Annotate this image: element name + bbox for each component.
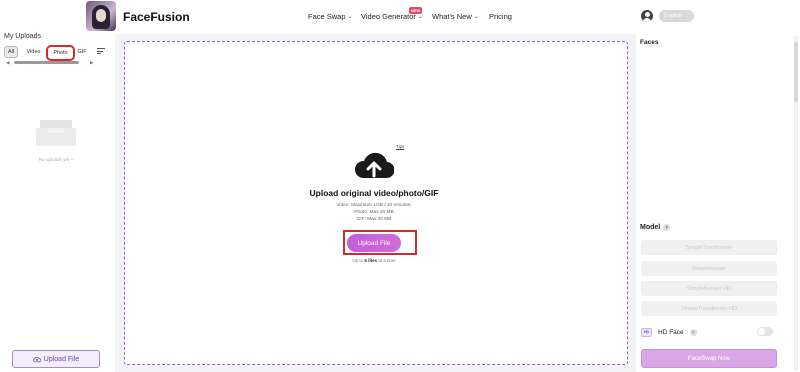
scroll-right-icon[interactable]: ▶ bbox=[90, 60, 93, 66]
upload-limit-count: 5 files bbox=[364, 258, 378, 263]
filter-all[interactable]: All bbox=[4, 46, 18, 58]
hd-face-toggle[interactable] bbox=[757, 327, 773, 336]
hd-face-label: HD Face bbox=[658, 328, 684, 336]
sidebar-upload-label: Upload File bbox=[43, 355, 80, 363]
nav-video-generator-label: Video Generator bbox=[361, 12, 416, 21]
brand-logo[interactable] bbox=[86, 1, 116, 31]
photo-limit-text: Photo: Max 20 MB bbox=[354, 210, 394, 215]
filter-gif[interactable]: GIF bbox=[76, 46, 88, 58]
help-icon[interactable]: ? bbox=[663, 224, 671, 231]
nav-face-swap-label: Face Swap bbox=[308, 12, 346, 21]
nav-whats-new-label: What's New bbox=[432, 12, 472, 21]
chevron-down-icon: ⌄ bbox=[473, 14, 479, 20]
chevron-down-icon: ⌄ bbox=[417, 14, 423, 20]
sidebar-title: My Uploads bbox=[4, 33, 41, 40]
cloud-upload-icon bbox=[32, 356, 41, 362]
empty-state-text: No uploads yet ~ bbox=[39, 157, 73, 162]
empty-tray-icon bbox=[36, 120, 76, 146]
nav-pricing-label: Pricing bbox=[489, 12, 512, 21]
scrollbar-thumb[interactable] bbox=[794, 42, 798, 102]
nav-whats-new[interactable]: What's New ⌄ bbox=[432, 12, 479, 21]
model-option-simple-transformer[interactable]: SimpleTransformer bbox=[641, 240, 777, 255]
model-section-title: Model ? bbox=[640, 224, 671, 231]
gif-limit-text: GIF: Max 20 MB bbox=[356, 217, 392, 222]
brand-name[interactable]: FaceFusion bbox=[123, 10, 190, 24]
faceswap-now-button[interactable]: FaceSwap Now bbox=[641, 349, 777, 368]
help-icon[interactable]: ? bbox=[689, 328, 697, 336]
top-header: FaceFusion Face Swap ⌄ Video Generator ⌄… bbox=[0, 0, 800, 34]
chevron-down-icon: ⌄ bbox=[347, 14, 353, 20]
nav-face-swap[interactable]: Face Swap ⌄ bbox=[308, 12, 353, 21]
upload-limit-suffix: at a time bbox=[377, 258, 396, 263]
tips-link[interactable]: Tips bbox=[396, 144, 404, 149]
filter-photo[interactable]: Photo bbox=[46, 45, 75, 61]
filter-scrollbar[interactable]: ◀ ▶ bbox=[4, 60, 93, 66]
user-circle-icon[interactable] bbox=[641, 10, 653, 22]
upload-count-limit: Up to 5 files at a time bbox=[324, 258, 424, 263]
chevron-down-icon: ⌄ bbox=[684, 13, 689, 19]
sort-icon[interactable] bbox=[97, 48, 105, 55]
upload-limit-prefix: Up to bbox=[352, 258, 365, 263]
new-badge: NEW bbox=[409, 7, 423, 14]
language-label: English bbox=[664, 13, 683, 19]
settings-panel bbox=[636, 34, 800, 372]
model-option-simple-keeper-hd[interactable]: SimpleKeeper HD bbox=[641, 281, 777, 296]
upload-title: Upload original video/photo/GIF bbox=[309, 188, 439, 198]
upload-file-button[interactable]: Upload File bbox=[347, 234, 401, 252]
uploads-sidebar bbox=[0, 34, 115, 372]
nav-pricing[interactable]: Pricing bbox=[489, 12, 512, 21]
panel-scrollbar[interactable] bbox=[794, 36, 798, 370]
cloud-upload-icon bbox=[355, 152, 394, 179]
model-option-simple-keeper[interactable]: SimpleKeeper bbox=[641, 261, 777, 276]
sidebar-upload-button[interactable]: Upload File bbox=[12, 350, 100, 368]
model-title-label: Model bbox=[640, 224, 661, 231]
language-select[interactable]: English ⌄ bbox=[659, 10, 694, 22]
scrollbar-thumb[interactable] bbox=[14, 61, 79, 64]
model-option-simple-transformer-hd[interactable]: SimpleTransformer HD bbox=[641, 301, 777, 316]
filter-video[interactable]: Video bbox=[24, 46, 43, 58]
video-limit-text: Video: Maximum 1GB / 10 minutes. bbox=[336, 203, 412, 208]
scroll-left-icon[interactable]: ◀ bbox=[6, 60, 9, 66]
faces-title: Faces bbox=[640, 39, 659, 46]
hd-icon: HD bbox=[641, 327, 652, 337]
